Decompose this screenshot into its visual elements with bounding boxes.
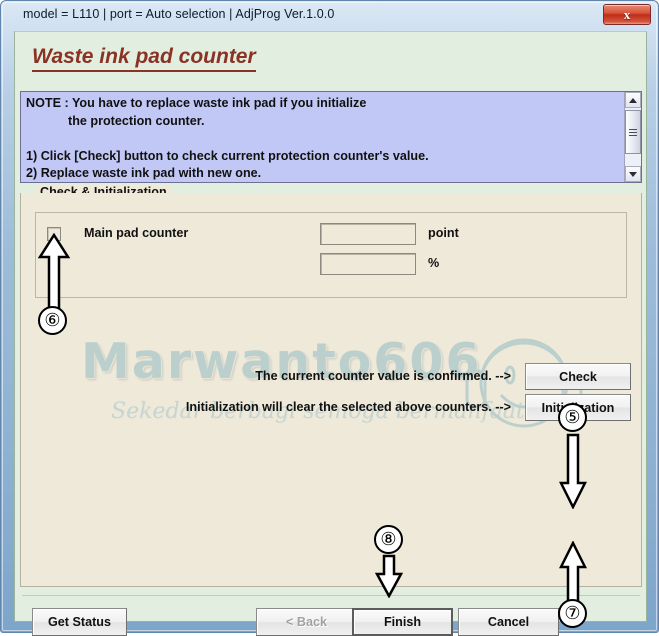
triangle-up-icon (629, 97, 637, 103)
scrollbar-thumb[interactable] (625, 110, 641, 154)
note-scrollbar[interactable] (624, 92, 641, 182)
point-unit-label: point (428, 226, 459, 240)
note-text: NOTE : You have to replace waste ink pad… (26, 96, 429, 180)
initialization-button[interactable]: Initialization (525, 394, 631, 421)
cancel-button[interactable]: Cancel (458, 608, 559, 636)
scroll-down-button[interactable] (625, 166, 641, 182)
scroll-up-button[interactable] (625, 92, 641, 108)
initialization-message: Initialization will clear the selected a… (185, 400, 511, 414)
grip-icon (629, 127, 637, 138)
confirm-message: The current counter value is confirmed. … (255, 369, 511, 383)
main-pad-counter-checkbox[interactable] (47, 227, 61, 241)
main-pad-point-input[interactable] (320, 223, 416, 245)
finish-button[interactable]: Finish (352, 608, 453, 636)
page-title: Waste ink pad counter (32, 45, 256, 72)
triangle-down-icon (629, 171, 637, 177)
footer-separator (22, 595, 640, 596)
close-icon: x (623, 7, 631, 22)
counter-panel: Main pad counter point % (35, 212, 627, 298)
window-title: model = L110 | port = Auto selection | A… (23, 7, 335, 21)
check-button[interactable]: Check (525, 363, 631, 390)
back-button: < Back (256, 608, 357, 636)
watermark: Marwanto606 Sekedar berbagi semoga berma… (81, 333, 626, 453)
percent-unit-label: % (428, 256, 440, 270)
get-status-button[interactable]: Get Status (32, 608, 127, 636)
application-window: model = L110 | port = Auto selection | A… (0, 0, 659, 636)
client-area: Waste ink pad counter NOTE : You have to… (14, 31, 647, 636)
note-box: NOTE : You have to replace waste ink pad… (20, 91, 642, 183)
title-bar[interactable]: model = L110 | port = Auto selection | A… (1, 1, 659, 31)
close-button[interactable]: x (603, 4, 651, 25)
check-initialization-group: Main pad counter point % Marwanto606 Sek… (20, 193, 642, 587)
main-pad-counter-label: Main pad counter (84, 226, 189, 240)
main-pad-percent-input[interactable] (320, 253, 416, 275)
